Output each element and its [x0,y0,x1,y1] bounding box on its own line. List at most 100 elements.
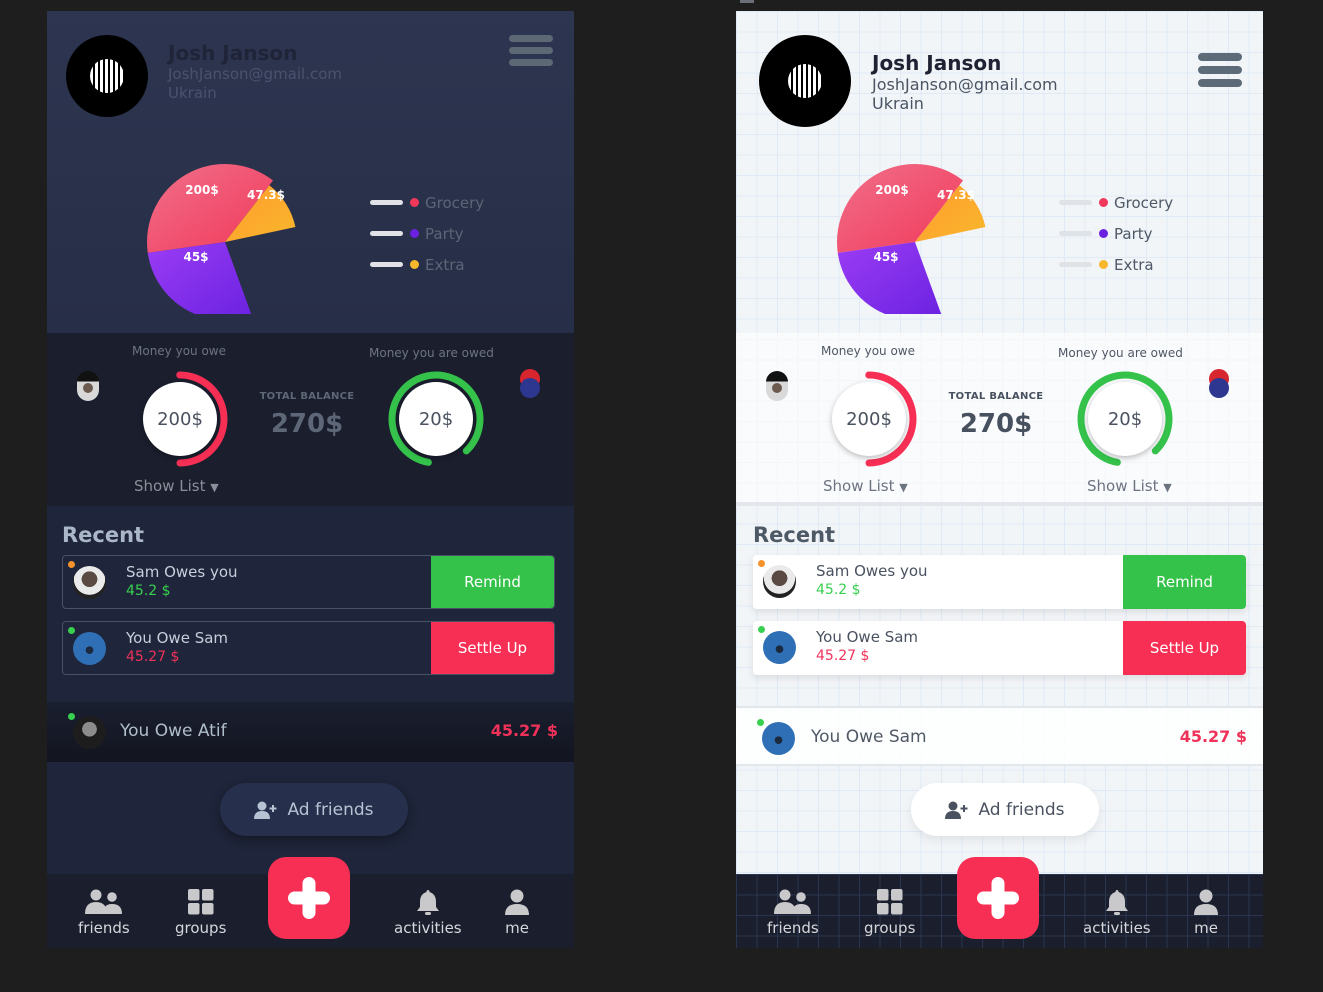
user-name: Josh Janson [168,41,298,65]
plus-icon [977,877,1019,919]
group-dots-icon[interactable] [1209,369,1231,401]
profile-avatar[interactable] [759,35,851,127]
nav-activities[interactable]: activities [1083,888,1151,937]
hamburger-menu-icon[interactable] [1198,53,1242,87]
total-balance-label: TOTAL BALANCE [259,391,355,402]
total-balance-value: 270$ [270,409,344,439]
caret-down-icon: ▼ [210,481,219,494]
legend-label: Party [1114,224,1153,243]
add-friends-button[interactable]: Ad friends [220,783,408,836]
recent-card-owed[interactable]: Sam Owes you 45.2 $ Remind [62,555,555,609]
user-info: Josh Janson JoshJanson@gmail.com Ukrain [872,51,1058,113]
legend-dot [1099,198,1108,207]
profile-avatar[interactable] [66,35,148,117]
card-amount: 45.2 $ [126,583,171,599]
show-list-label: Show List [1087,477,1159,495]
artboard-tab [740,0,754,3]
nav-activities[interactable]: activities [394,888,462,937]
user-location: Ukrain [168,84,217,102]
nav-label: groups [864,919,916,937]
bell-icon [416,889,439,915]
owe-list-item[interactable]: You Owe Atif 45.27 $ [47,702,574,762]
user-icon [505,889,529,915]
owed-ring: 20$ [388,371,484,467]
settle-up-button[interactable]: Settle Up [431,622,554,674]
owed-caption: Money you are owed [1058,346,1183,360]
total-balance-value: 270$ [959,409,1033,439]
add-friends-button[interactable]: Ad friends [911,783,1099,836]
remind-button[interactable]: Remind [1123,555,1246,609]
card-amount: 45.2 $ [816,582,861,598]
add-user-icon [254,801,277,819]
friends-icon [773,889,811,914]
friends-icon [84,889,122,914]
recent-title: Recent [753,523,836,547]
nav-label: friends [78,919,130,937]
chart-legend: Grocery Party Extra [1059,187,1173,280]
recent-card-owed[interactable]: Sam Owes you 45.2 $ Remind [753,555,1246,609]
legend-label: Grocery [1114,193,1174,212]
add-expense-button[interactable] [268,857,350,939]
owe-ring: 200$ [132,371,228,467]
show-list-owe-button[interactable]: Show List ▼ [823,477,908,495]
avatar [763,565,796,598]
owe-value: 200$ [832,382,906,456]
owe-name: You Owe Atif [120,721,227,741]
groups-icon [187,889,214,915]
nav-friends[interactable]: friends [78,888,130,937]
status-dot [757,719,764,726]
remind-button[interactable]: Remind [431,556,554,608]
nav-groups[interactable]: groups [175,888,226,937]
pie-label-extra: 47.3$ [937,188,975,202]
legend-item-party: Party [370,218,484,249]
nav-label: me [1194,919,1218,937]
show-list-owed-button[interactable]: Show List ▼ [1087,477,1172,495]
legend-label: Extra [425,255,465,274]
hamburger-menu-icon[interactable] [509,35,553,66]
add-friends-label: Ad friends [978,799,1065,820]
balance-section: Money you owe Money you are owed 200$ TO… [736,333,1263,506]
legend-bar [370,200,403,205]
recent-card-owe[interactable]: You Owe Sam 45.27 $ Settle Up [753,621,1246,675]
nav-me[interactable]: me [505,888,529,937]
owed-value: 20$ [1088,382,1162,456]
card-title: You Owe Sam [816,628,919,646]
card-title: You Owe Sam [126,629,229,647]
avatar [73,632,106,665]
user-email: JoshJanson@gmail.com [168,65,343,83]
owe-list-item[interactable]: You Owe Sam 45.27 $ [736,706,1263,766]
status-dot [758,626,765,633]
card-amount: 45.27 $ [816,648,870,664]
recent-card-owe[interactable]: You Owe Sam 45.27 $ Settle Up [62,621,555,675]
legend-item-party: Party [1059,218,1173,249]
nav-label: me [505,919,529,937]
avatar [762,722,795,755]
user-email: JoshJanson@gmail.com [872,75,1058,94]
card-title: Sam Owes you [126,563,238,581]
owe-amount: 45.27 $ [1179,727,1247,746]
user-icon [1194,889,1218,915]
settle-up-button[interactable]: Settle Up [1123,621,1246,675]
group-dots-icon[interactable] [520,369,542,401]
add-expense-button[interactable] [957,857,1039,939]
legend-item-extra: Extra [370,249,484,280]
friend-avatar-small[interactable] [77,371,99,401]
profile-header: Josh Janson JoshJanson@gmail.com Ukrain … [47,11,574,333]
owe-caption: Money you owe [132,344,227,358]
legend-dot [410,260,419,269]
friend-avatar-small[interactable] [766,371,788,401]
show-list-owe-button[interactable]: Show List ▼ [134,477,219,495]
caret-down-icon: ▼ [1163,481,1172,494]
expense-pie-chart: 200$ 45$ 47.3$ [837,164,986,314]
nav-me[interactable]: me [1194,888,1218,937]
owe-value: 200$ [143,382,217,456]
status-dot [68,561,75,568]
user-info: Josh Janson JoshJanson@gmail.com Ukrain [168,41,342,103]
nav-label: groups [175,919,227,937]
legend-label: Extra [1114,255,1154,274]
nav-friends[interactable]: friends [767,888,819,937]
pie-label-party: 45$ [873,250,898,264]
nav-groups[interactable]: groups [864,888,915,937]
legend-bar [1059,262,1092,267]
pie-label-extra: 47.3$ [247,188,285,202]
